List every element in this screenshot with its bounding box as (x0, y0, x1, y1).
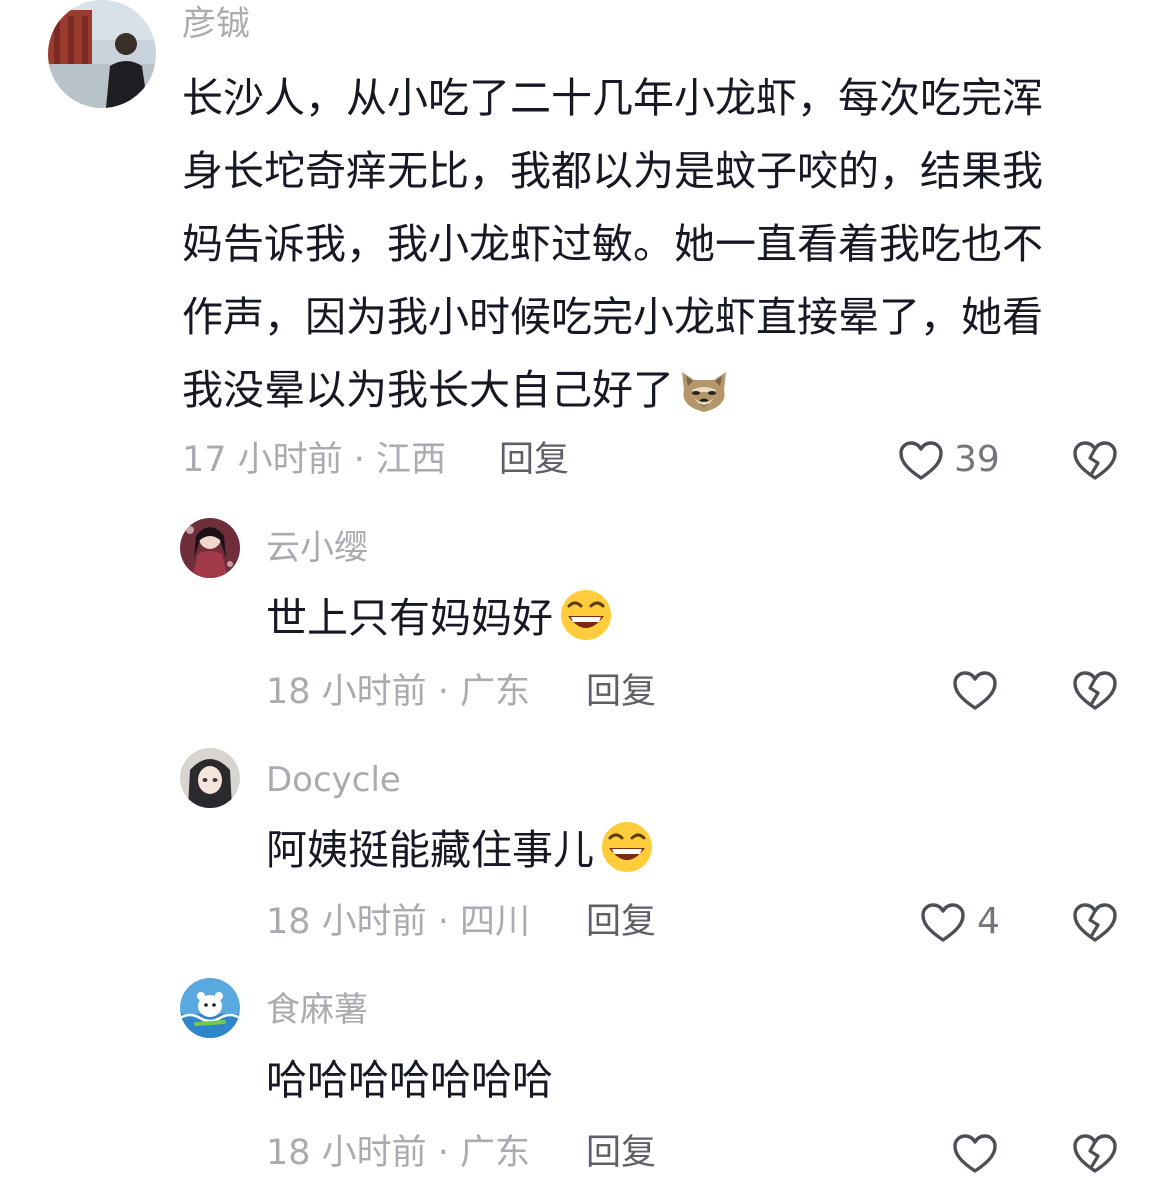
heart-outline-icon[interactable] (952, 670, 998, 712)
comment-meta: 17 小时前 · 江西 (182, 440, 447, 480)
comment-text-line: 妈告诉我，我小龙虾过敏。她一直看着我吃也不 (182, 220, 1043, 268)
avatar[interactable] (48, 0, 156, 108)
comment-text: 哈哈哈哈哈哈哈 (266, 1044, 553, 1117)
broken-heart-icon[interactable] (1072, 902, 1118, 944)
reply-button[interactable]: 回复 (586, 900, 656, 944)
grinning-emoji (557, 588, 615, 665)
comment-text: 世上只有妈妈好 (266, 582, 615, 665)
dog-face-emoji (678, 364, 730, 437)
comment-text: 长沙人，从小吃了二十几年小龙虾，每次吃完浑 身长坨奇痒无比，我都以为是蚊子咬的，… (182, 62, 1043, 437)
heart-outline-icon[interactable] (920, 902, 966, 944)
comment-text-content: 世上只有妈妈好 (266, 594, 553, 642)
avatar[interactable] (180, 978, 240, 1038)
comment-text-content: 哈哈哈哈哈哈哈 (266, 1056, 553, 1104)
grinning-emoji (598, 820, 656, 897)
comment-meta: 18 小时前 · 广东 (266, 672, 531, 712)
comment-text-line: 作声，因为我小时候吃完小龙虾直接晕了，她看 (182, 293, 1043, 341)
like-count: 4 (977, 901, 1000, 942)
broken-heart-icon[interactable] (1072, 670, 1118, 712)
avatar[interactable] (180, 518, 240, 578)
comment-text-line: 长沙人，从小吃了二十几年小龙虾，每次吃完浑 (182, 74, 1043, 122)
comment-meta: 18 小时前 · 四川 (266, 902, 531, 942)
like-count: 39 (954, 439, 1000, 480)
comment-text-line: 我没晕以为我长大自己好了 (182, 366, 674, 414)
reply-button[interactable]: 回复 (586, 1131, 656, 1175)
heart-outline-icon[interactable] (898, 440, 944, 482)
reply-button[interactable]: 回复 (586, 670, 656, 714)
broken-heart-icon[interactable] (1072, 440, 1118, 482)
username[interactable]: 食麻薯 (266, 990, 368, 1030)
username[interactable]: Docycle (266, 760, 401, 800)
reply-button[interactable]: 回复 (499, 438, 569, 482)
comment-text-content: 阿姨挺能藏住事儿 (266, 826, 594, 874)
comment-meta: 18 小时前 · 广东 (266, 1133, 531, 1173)
comment-text: 阿姨挺能藏住事儿 (266, 814, 656, 897)
avatar[interactable] (180, 748, 240, 808)
broken-heart-icon[interactable] (1072, 1133, 1118, 1175)
username[interactable]: 云小缨 (266, 528, 368, 568)
comment-text-line: 身长坨奇痒无比，我都以为是蚊子咬的，结果我 (182, 147, 1043, 195)
heart-outline-icon[interactable] (952, 1133, 998, 1175)
username[interactable]: 彦铖 (182, 4, 250, 44)
